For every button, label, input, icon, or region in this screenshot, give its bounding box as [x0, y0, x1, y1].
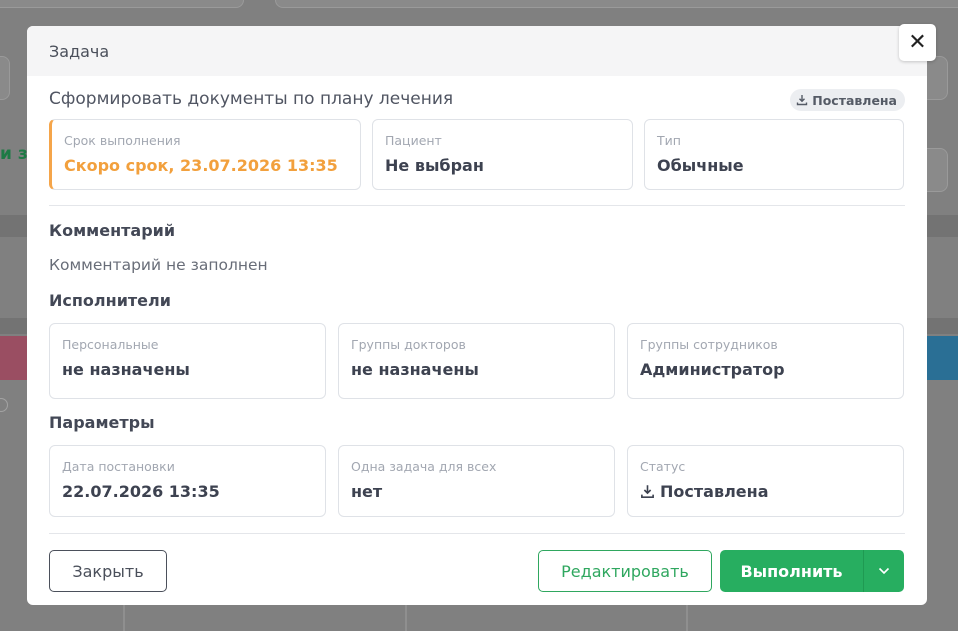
executors-staff-groups-card: Группы сотрудников Администратор	[627, 323, 904, 399]
status-badge-label: Поставлена	[812, 92, 897, 108]
executors-personal-label: Персональные	[62, 337, 159, 352]
executors-staff-groups-value: Администратор	[640, 360, 785, 379]
executors-doctor-groups-card: Группы докторов не назначены	[338, 323, 615, 399]
param-created-value: 22.07.2026 13:35	[62, 482, 220, 501]
status-badge: Поставлена	[790, 89, 905, 111]
modal-header: Задача	[27, 26, 927, 76]
background-field	[0, 56, 10, 100]
param-status-card: Статус Поставлена	[627, 445, 904, 517]
param-status-text: Поставлена	[660, 482, 769, 501]
patient-value: Не выбран	[385, 156, 484, 175]
param-status-value: Поставлена	[640, 482, 891, 501]
param-single-task-value: нет	[351, 482, 383, 501]
param-created-label: Дата постановки	[62, 459, 175, 474]
close-icon[interactable]: ✕	[899, 24, 936, 61]
background-divider	[123, 603, 125, 631]
execute-button[interactable]: Выполнить	[720, 550, 863, 592]
executors-personal-card: Персональные не назначены	[49, 323, 326, 399]
executors-heading: Исполнители	[49, 291, 171, 310]
execute-dropdown-button[interactable]	[863, 550, 904, 592]
task-name: Сформировать документы по плану лечения	[49, 89, 454, 109]
param-created-card: Дата постановки 22.07.2026 13:35	[49, 445, 326, 517]
edit-button[interactable]: Редактировать	[538, 550, 712, 592]
patient-card: Пациент Не выбран	[372, 119, 633, 190]
deadline-label: Срок выполнения	[64, 133, 181, 148]
background-input	[275, 0, 958, 8]
param-status-label: Статус	[640, 459, 686, 474]
background-divider	[686, 603, 688, 631]
close-button[interactable]: Закрыть	[49, 550, 167, 592]
modal-title: Задача	[49, 41, 110, 61]
deadline-value: Скоро срок, 23.07.2026 13:35	[64, 156, 338, 175]
section-divider	[49, 205, 905, 206]
download-icon	[797, 95, 808, 106]
background-radio	[0, 398, 8, 412]
executors-doctor-groups-value: не назначены	[351, 360, 479, 379]
type-card: Тип Обычные	[644, 119, 904, 190]
comment-text: Комментарий не заполнен	[49, 256, 268, 274]
executors-personal-value: не назначены	[62, 360, 190, 379]
type-label: Тип	[657, 133, 681, 148]
background-divider	[405, 603, 407, 631]
executors-staff-groups-label: Группы сотрудников	[640, 337, 778, 352]
footer-divider	[49, 533, 905, 534]
task-modal: Задача Сформировать документы по плану л…	[27, 26, 927, 605]
background-column-pink	[0, 336, 27, 380]
param-single-task-card: Одна задача для всех нет	[338, 445, 615, 517]
param-single-task-label: Одна задача для всех	[351, 459, 497, 474]
download-icon	[641, 485, 654, 498]
background-text: и з	[0, 144, 28, 164]
type-value: Обычные	[657, 156, 744, 175]
deadline-card: Срок выполнения Скоро срок, 23.07.2026 1…	[49, 119, 361, 190]
params-heading: Параметры	[49, 413, 155, 432]
chevron-down-icon	[878, 567, 890, 575]
background-column-blue	[926, 336, 958, 380]
executors-doctor-groups-label: Группы докторов	[351, 337, 466, 352]
background-input	[0, 0, 244, 8]
comment-heading: Комментарий	[49, 221, 176, 240]
patient-label: Пациент	[385, 133, 442, 148]
